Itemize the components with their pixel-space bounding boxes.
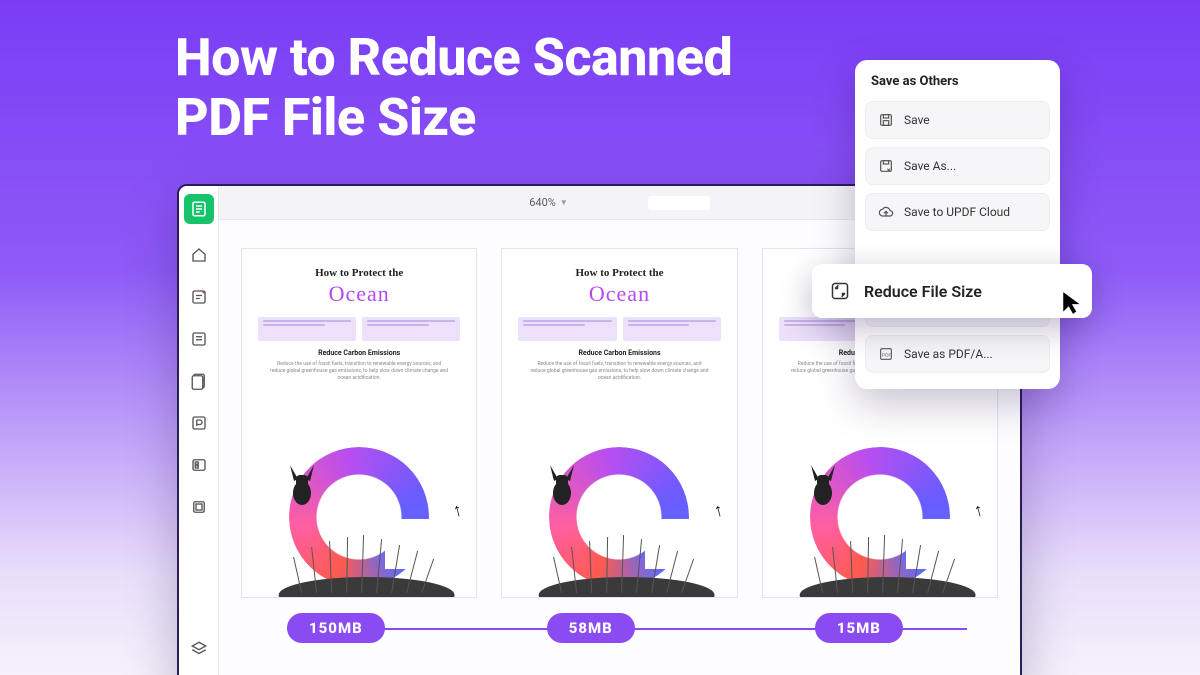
edit-tool-icon[interactable] bbox=[188, 328, 210, 350]
menu-item-label: Save as PDF/A... bbox=[904, 347, 993, 361]
menu-item-reduce-file-size[interactable]: Reduce File Size bbox=[812, 264, 1092, 318]
doc-pretitle: How to Protect the bbox=[258, 267, 460, 279]
layers-icon[interactable] bbox=[188, 638, 210, 660]
cursor-icon bbox=[1060, 290, 1086, 316]
size-pill: 150MB bbox=[287, 613, 385, 643]
hero-title-line1: How to Reduce Scanned bbox=[175, 28, 732, 88]
comment-tool-icon[interactable] bbox=[188, 286, 210, 308]
home-icon[interactable] bbox=[188, 244, 210, 266]
diver-icon bbox=[272, 455, 332, 515]
menu-title: Save as Others bbox=[865, 74, 1050, 101]
left-toolbar bbox=[179, 186, 219, 675]
page-preview: How to Protect the Ocean Reduce Carbon E… bbox=[241, 248, 477, 598]
form-tool-icon[interactable] bbox=[188, 454, 210, 476]
svg-text:PDF: PDF bbox=[882, 353, 891, 358]
save-as-others-menu: Save as Others Save Save As... Save to U… bbox=[855, 60, 1060, 389]
menu-item-save[interactable]: Save bbox=[865, 101, 1050, 139]
doc-title: Ocean bbox=[258, 281, 460, 307]
ocr-tool-icon[interactable] bbox=[188, 412, 210, 434]
zoom-control[interactable]: 640% ▼ bbox=[529, 196, 568, 209]
compress-icon bbox=[830, 281, 850, 301]
size-pill: 15MB bbox=[815, 613, 903, 643]
organize-tool-icon[interactable] bbox=[188, 370, 210, 392]
size-pill: 58MB bbox=[547, 613, 635, 643]
save-icon bbox=[878, 112, 894, 128]
coral-icon bbox=[272, 517, 462, 598]
crop-tool-icon[interactable] bbox=[188, 496, 210, 518]
doc-subhead: Reduce Carbon Emissions bbox=[258, 349, 460, 357]
size-comparison-row: 150MB 58MB 15MB bbox=[225, 613, 1200, 643]
reader-tool[interactable] bbox=[184, 194, 214, 224]
chevron-down-icon: ▼ bbox=[560, 198, 568, 207]
flyout-label: Reduce File Size bbox=[864, 282, 982, 301]
menu-item-save-as[interactable]: Save As... bbox=[865, 147, 1050, 185]
menu-item-save-pdfa[interactable]: PDF Save as PDF/A... bbox=[865, 335, 1050, 373]
hero-title-line2: PDF File Size bbox=[175, 88, 732, 148]
pdfa-icon: PDF bbox=[878, 346, 894, 362]
save-as-icon bbox=[878, 158, 894, 174]
menu-item-label: Save bbox=[904, 113, 930, 127]
title-field bbox=[648, 196, 710, 210]
menu-item-save-cloud[interactable]: Save to UPDF Cloud bbox=[865, 193, 1050, 231]
menu-item-label: Save As... bbox=[904, 159, 956, 173]
doc-illustration: ↑ bbox=[242, 427, 476, 597]
doc-body: Reduce the use of fossil fuels, transiti… bbox=[269, 361, 449, 382]
hero-title: How to Reduce Scanned PDF File Size bbox=[175, 28, 732, 148]
menu-item-label: Save to UPDF Cloud bbox=[904, 205, 1010, 219]
zoom-value: 640% bbox=[529, 196, 556, 209]
page-preview: How to Protect the Ocean Reduce Carbon E… bbox=[501, 248, 737, 598]
cloud-upload-icon bbox=[878, 204, 894, 220]
